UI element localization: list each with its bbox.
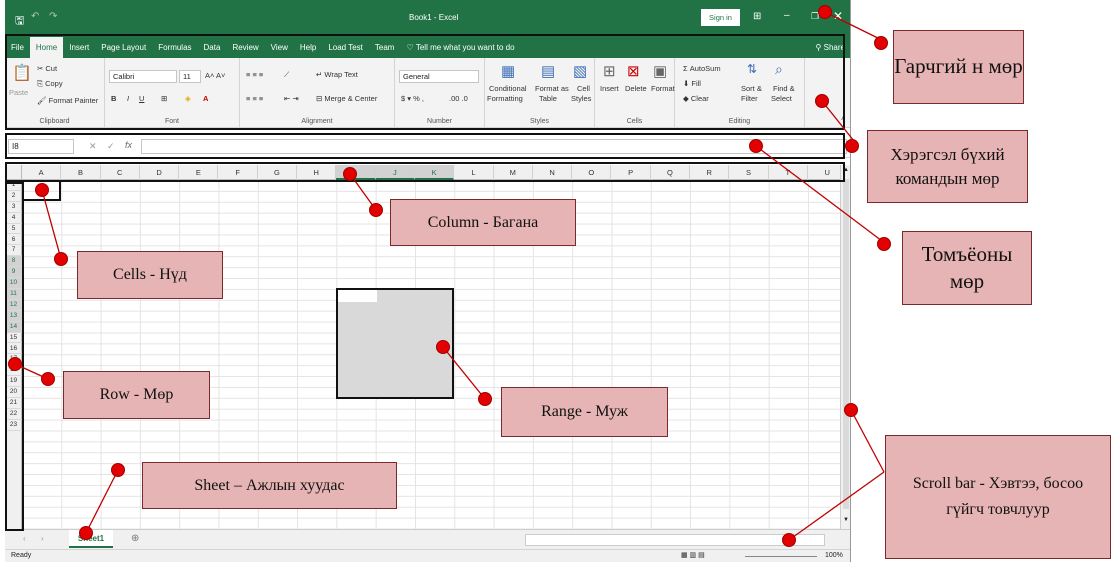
close-icon[interactable]: ✕ <box>833 9 843 23</box>
dot-hscroll <box>782 533 796 547</box>
view-icons[interactable]: ▦ ▥ ▤ <box>681 551 705 559</box>
dot-formula <box>749 139 763 153</box>
ribbon-display-icon[interactable]: ⊞ <box>753 11 761 22</box>
callout-cells: Cells - Нүд <box>77 251 223 299</box>
callout-sheet: Sheet – Ажлын хуудас <box>142 462 397 509</box>
dot-cells <box>35 183 49 197</box>
dot-formula-callout <box>877 237 891 251</box>
column-highlight-frame <box>5 162 845 182</box>
dot-column <box>343 167 357 181</box>
ribbon-highlight-frame <box>5 34 845 130</box>
dot-sheet-tab <box>79 526 93 540</box>
callout-row: Row - Мөр <box>63 371 210 419</box>
dot-ribbon <box>815 94 829 108</box>
status-bar: Ready ▦ ▥ ▤ 100% <box>5 549 850 562</box>
vertical-scrollbar[interactable]: ▲ ▼ <box>840 165 850 529</box>
dot-title-callout <box>874 36 888 50</box>
dot-title <box>818 5 832 19</box>
sheet-bar: ‹ › Sheet1 ⊕ <box>5 529 850 549</box>
dot-column-callout <box>369 203 383 217</box>
dot-range-callout <box>478 392 492 406</box>
status-text: Ready <box>11 552 32 559</box>
callout-column: Column - Багана <box>390 199 576 246</box>
dot-ribbon-callout <box>845 139 859 153</box>
next-sheet-icon[interactable]: › <box>41 534 44 543</box>
active-cell[interactable] <box>338 290 377 302</box>
window-title: Book1 - Excel <box>409 13 459 22</box>
prev-sheet-icon[interactable]: ‹ <box>23 534 26 543</box>
zoom-slider[interactable] <box>745 556 817 557</box>
dot-row-callout <box>41 372 55 386</box>
callout-title-row: Гарчгий н мөр <box>893 30 1024 104</box>
redo-icon[interactable]: ↷ <box>49 11 57 22</box>
dot-vscroll <box>844 403 858 417</box>
minimize-icon[interactable]: – <box>784 10 790 21</box>
zoom-level: 100% <box>825 552 843 559</box>
dot-range <box>436 340 450 354</box>
save-icon[interactable]: 🖫 <box>15 12 24 31</box>
horizontal-scrollbar[interactable] <box>525 534 825 546</box>
vertical-scroll-thumb[interactable] <box>843 179 849 509</box>
callout-formula-row: Томъёоны мөр <box>902 231 1032 305</box>
title-bar: 🖫 ↶ ↷ Book1 - Excel Sign in ⊞ – ❐ ✕ <box>5 0 850 37</box>
dot-row <box>8 357 22 371</box>
formula-highlight-frame <box>5 133 845 159</box>
callout-ribbon-row: Хэрэгсэл бүхий командын мөр <box>867 130 1028 203</box>
add-sheet-icon[interactable]: ⊕ <box>131 533 139 544</box>
callout-scroll: Scroll bar - Хэвтээ, босоо гүйгч товчлуу… <box>885 435 1111 559</box>
dot-cells-callout <box>54 252 68 266</box>
sign-in-button[interactable]: Sign in <box>701 9 740 26</box>
callout-range: Range - Муж <box>501 387 668 437</box>
undo-icon[interactable]: ↶ <box>31 11 39 22</box>
dot-sheet <box>111 463 125 477</box>
scroll-down-icon[interactable]: ▼ <box>843 517 849 523</box>
